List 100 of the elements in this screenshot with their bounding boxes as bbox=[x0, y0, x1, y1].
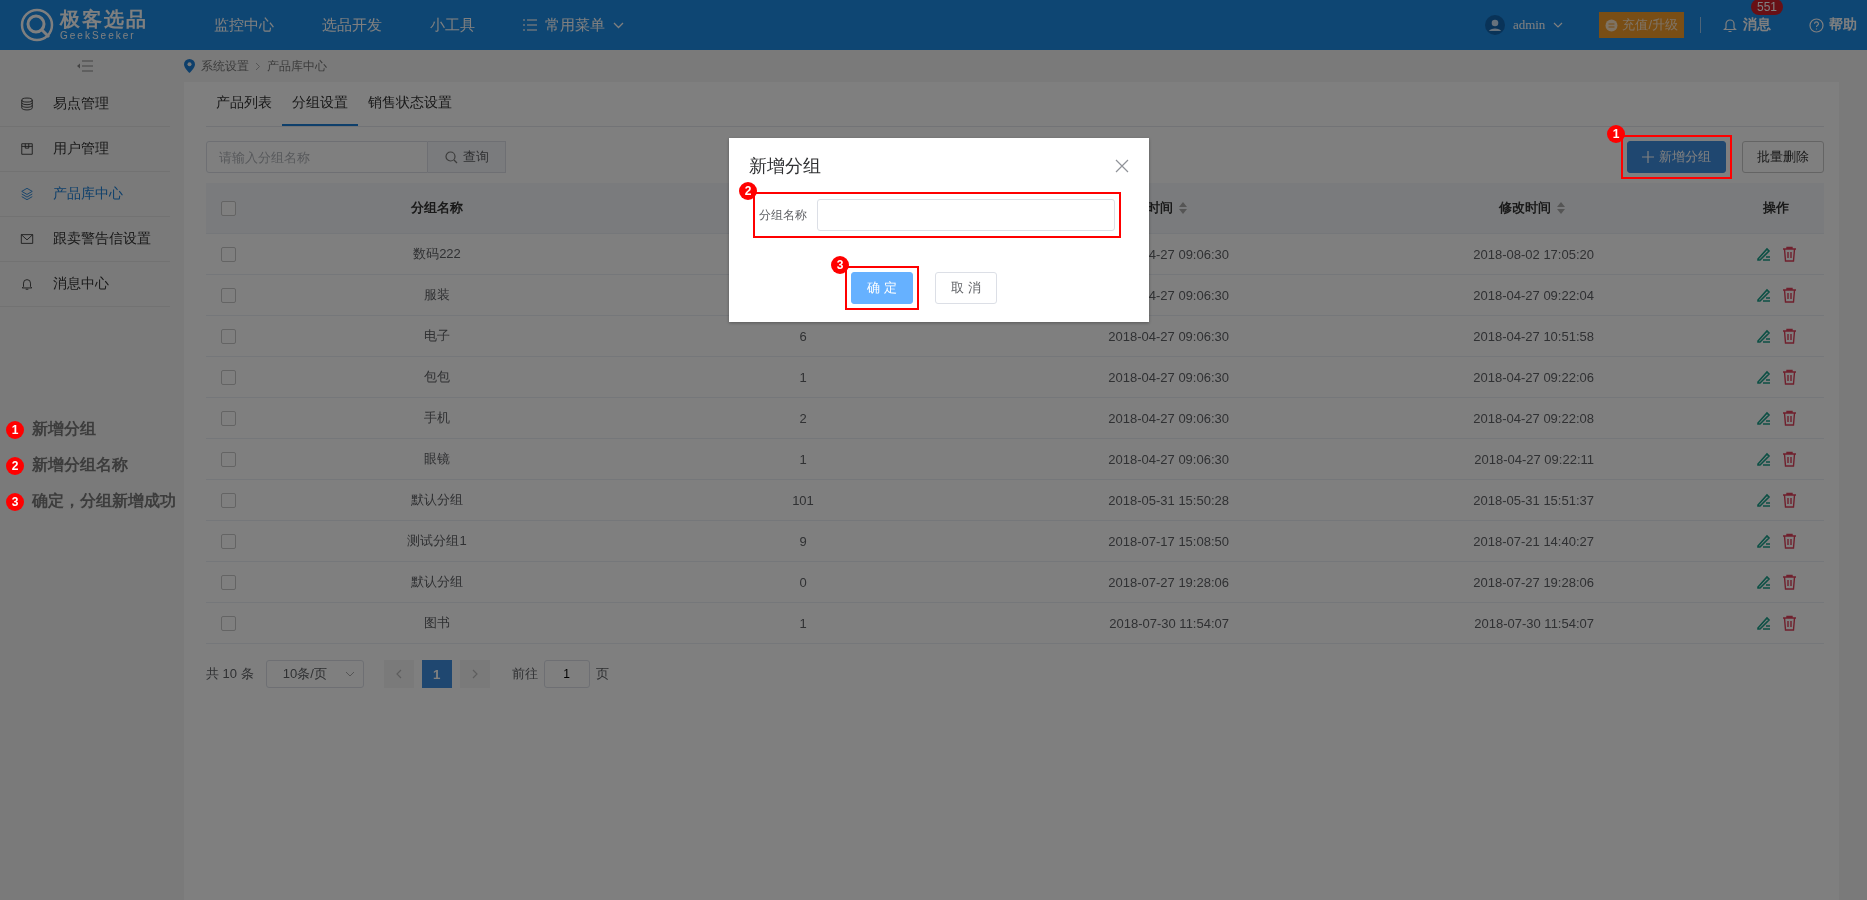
checkbox[interactable] bbox=[221, 615, 236, 631]
add-group-button[interactable]: 新增分组 bbox=[1627, 141, 1726, 173]
box-icon bbox=[20, 142, 34, 156]
cancel-button[interactable]: 取 消 bbox=[935, 272, 997, 304]
trash-icon[interactable] bbox=[1781, 246, 1797, 262]
table-cell-text: 2018-04-27 09:22:08 bbox=[1472, 410, 1594, 426]
edit-icon[interactable] bbox=[1755, 328, 1772, 344]
sidebar-item[interactable]: 消息中心 bbox=[0, 262, 170, 307]
table-cell-text: 2018-08-02 17:05:20 bbox=[1472, 246, 1594, 262]
edit-icon[interactable] bbox=[1755, 287, 1772, 303]
field-label: 分组名称 bbox=[759, 206, 807, 224]
table-cell-text: 数码222 bbox=[412, 245, 462, 263]
trash-icon[interactable] bbox=[1781, 451, 1797, 467]
checkbox[interactable] bbox=[221, 369, 236, 385]
sidebar-item[interactable]: 易点管理 bbox=[0, 82, 170, 127]
page-button[interactable]: 1 bbox=[421, 660, 452, 688]
column-header: 操作 bbox=[1763, 199, 1789, 217]
edit-icon[interactable] bbox=[1755, 533, 1772, 549]
location-pin-icon bbox=[184, 59, 195, 73]
bell-icon bbox=[1723, 17, 1737, 33]
sidebar-item[interactable]: 用户管理 bbox=[0, 127, 170, 172]
table-cell-text: 2018-04-27 09:22:04 bbox=[1472, 287, 1594, 303]
page-input[interactable]: 1 bbox=[543, 660, 590, 688]
step-badge: 1 bbox=[6, 420, 24, 439]
nav-link[interactable]: 小工具 bbox=[406, 0, 499, 50]
search-button[interactable]: 查询 bbox=[428, 141, 506, 173]
trash-icon[interactable] bbox=[1781, 615, 1797, 631]
table-cell-text: 服装 bbox=[423, 286, 451, 304]
trash-icon[interactable] bbox=[1781, 410, 1797, 426]
tab[interactable]: 销售状态设置 bbox=[358, 82, 462, 126]
edit-icon[interactable] bbox=[1755, 410, 1772, 426]
checkbox[interactable] bbox=[221, 492, 236, 508]
table-cell-text: 4-27 09:06:30 bbox=[1147, 287, 1229, 303]
checkbox[interactable] bbox=[221, 451, 236, 467]
nav-link[interactable]: 选品开发 bbox=[298, 0, 406, 50]
column-header: 修改时间 bbox=[1499, 199, 1551, 217]
chevron-icon bbox=[255, 61, 261, 71]
edit-icon[interactable] bbox=[1755, 246, 1772, 262]
chevron-down-icon bbox=[344, 671, 355, 677]
breadcrumb-item[interactable]: 产品库中心 bbox=[267, 57, 327, 75]
trash-icon[interactable] bbox=[1781, 574, 1797, 590]
mail-icon bbox=[20, 232, 34, 246]
edit-icon[interactable] bbox=[1755, 574, 1772, 590]
table-cell-text: 包包 bbox=[423, 368, 451, 386]
edit-icon[interactable] bbox=[1755, 492, 1772, 508]
nav-link[interactable]: 监控中心 bbox=[190, 0, 298, 50]
table-cell-text: 2018-04-27 09:06:30 bbox=[1107, 328, 1229, 344]
upgrade-button[interactable]: 充值/升级 bbox=[1599, 12, 1684, 38]
chevron-down-icon bbox=[1553, 22, 1564, 28]
table-cell-text: 测试分组1 bbox=[406, 532, 468, 550]
table-cell-text: 2018-04-27 09:06:30 bbox=[1107, 410, 1229, 426]
table-cell-text: 2018-07-27 19:28:06 bbox=[1107, 574, 1229, 590]
checkbox[interactable] bbox=[221, 200, 236, 216]
messages-button[interactable]: 消息 bbox=[1717, 15, 1777, 35]
help-button[interactable]: 帮助 bbox=[1803, 15, 1863, 35]
edit-icon[interactable] bbox=[1755, 369, 1772, 385]
batch-delete-button[interactable]: 批量删除 bbox=[1742, 141, 1824, 173]
annotation-text: 确定，分组新增成功 bbox=[32, 491, 176, 511]
trash-icon[interactable] bbox=[1781, 328, 1797, 344]
tab[interactable]: 分组设置 bbox=[282, 82, 358, 126]
checkbox[interactable] bbox=[221, 246, 236, 262]
checkbox[interactable] bbox=[221, 287, 236, 303]
checkbox[interactable] bbox=[221, 574, 236, 590]
help-icon bbox=[1809, 17, 1824, 33]
total-count: 共 10 条 bbox=[206, 665, 254, 683]
collapse-icon[interactable] bbox=[77, 60, 93, 72]
checkbox[interactable] bbox=[221, 533, 236, 549]
checkbox[interactable] bbox=[221, 410, 236, 426]
layers-icon bbox=[20, 187, 34, 201]
sort-icon[interactable] bbox=[1557, 202, 1565, 214]
table-cell-text: 眼镜 bbox=[423, 450, 451, 468]
search-icon bbox=[444, 150, 458, 164]
next-page-icon[interactable] bbox=[471, 669, 478, 679]
edit-icon[interactable] bbox=[1755, 451, 1772, 467]
sidebar-item[interactable]: 产品库中心 bbox=[0, 172, 170, 217]
edit-icon[interactable] bbox=[1755, 615, 1772, 631]
tab[interactable]: 产品列表 bbox=[206, 82, 282, 126]
trash-icon[interactable] bbox=[1781, 287, 1797, 303]
table-cell-text: 2018-05-31 15:50:28 bbox=[1107, 492, 1229, 508]
checkbox[interactable] bbox=[221, 328, 236, 344]
count-badge: 551 bbox=[1751, 0, 1784, 15]
prev-page-icon[interactable] bbox=[395, 669, 402, 679]
close-button[interactable] bbox=[1115, 159, 1129, 173]
trash-icon[interactable] bbox=[1781, 492, 1797, 508]
sort-icon[interactable] bbox=[1179, 202, 1187, 214]
column-header: 分组名称 bbox=[411, 199, 463, 217]
nav-menu[interactable]: 常用菜单 bbox=[499, 0, 648, 50]
sidebar-item[interactable]: 跟卖警告信设置 bbox=[0, 217, 170, 262]
trash-icon[interactable] bbox=[1781, 369, 1797, 385]
annotation-text: 新增分组名称 bbox=[32, 455, 128, 475]
table-cell-text: 默认分组 bbox=[410, 491, 464, 509]
user-menu[interactable]: admin bbox=[1478, 14, 1570, 36]
trash-icon[interactable] bbox=[1781, 533, 1797, 549]
annotation-text: 新增分组 bbox=[32, 419, 96, 439]
goto-label: 前往 bbox=[511, 665, 538, 683]
avatar-icon bbox=[1484, 15, 1505, 35]
confirm-button[interactable]: 确 定 bbox=[851, 272, 913, 304]
input-field[interactable] bbox=[817, 199, 1115, 231]
page-size-select[interactable]: 10条/页 bbox=[265, 660, 364, 688]
table-cell-text: 0 bbox=[798, 574, 808, 590]
